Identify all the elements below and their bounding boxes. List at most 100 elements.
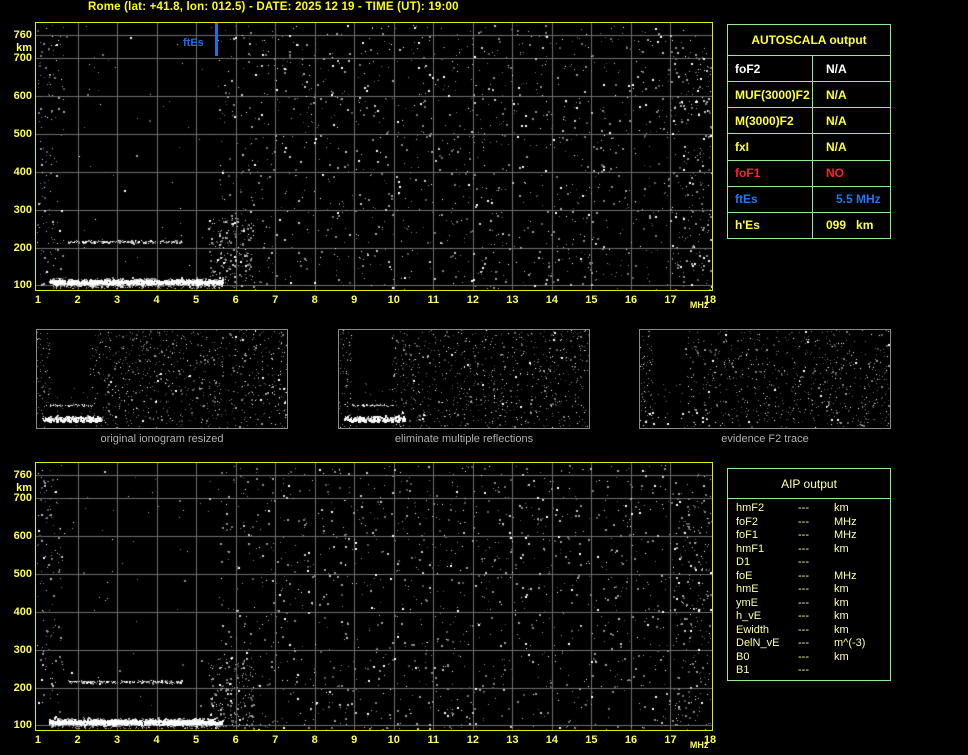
- y-tick-label: 760: [2, 29, 32, 41]
- param-label: foF1: [728, 161, 813, 186]
- x-tick-label: 15: [580, 294, 602, 306]
- table-row-hes: h'Es 099 km: [728, 212, 890, 238]
- thumbnail-canvas-eliminate: [339, 330, 589, 428]
- x-tick-label: 9: [343, 294, 365, 306]
- y-tick-label: 300: [2, 644, 32, 656]
- thumbnail-eliminate-reflections: [338, 329, 590, 429]
- x-tick-label: 15: [580, 734, 602, 746]
- aip-row-d1: D1---: [736, 556, 890, 570]
- table-row-muf3000f2: MUF(3000)F2 N/A: [728, 81, 890, 107]
- param-value: 099 km: [813, 213, 890, 238]
- y-tick-label: 200: [2, 682, 32, 694]
- x-tick-label: 14: [541, 294, 563, 306]
- param-value: 5.5 MHz: [813, 187, 890, 212]
- x-tick-label: 1: [27, 294, 49, 306]
- x-tick-label: 2: [67, 294, 89, 306]
- x-tick-label: 3: [106, 734, 128, 746]
- y-tick-label: 100: [2, 279, 32, 291]
- x-tick-label: 9: [343, 734, 365, 746]
- y-tick-label: 200: [2, 242, 32, 254]
- y-tick-label: 300: [2, 204, 32, 216]
- aip-row-hve: h_vE---km: [736, 610, 890, 624]
- aip-output-table: AIP output hmF2---km foF2---MHz foF1---M…: [727, 468, 891, 681]
- y-tick-label: 600: [2, 90, 32, 102]
- x-tick-label: 12: [462, 294, 484, 306]
- aip-row-foe: foE---MHz: [736, 570, 890, 584]
- x-tick-label: 16: [620, 734, 642, 746]
- param-label: M(3000)F2: [728, 108, 813, 133]
- x-tick-label: 10: [383, 294, 405, 306]
- x-tick-label: 6: [225, 734, 247, 746]
- thumbnail-canvas-evidence: [640, 330, 890, 428]
- x-tick-label: 2: [67, 734, 89, 746]
- table-row-m3000f2: M(3000)F2 N/A: [728, 107, 890, 133]
- x-tick-label: 12: [462, 734, 484, 746]
- ftes-marker-label: ftEs: [183, 37, 204, 49]
- param-value: N/A: [813, 108, 890, 133]
- main-ionogram-plot: ftEs: [35, 22, 713, 291]
- param-label: h'Es: [728, 213, 813, 238]
- x-axis-unit-label: MHz: [686, 739, 712, 751]
- x-tick-label: 3: [106, 294, 128, 306]
- table-row-fof2: foF2 N/A: [728, 55, 890, 81]
- table-row-fof1: foF1 NO: [728, 160, 890, 186]
- thumbnail-original-ionogram: [36, 329, 288, 429]
- thumbnail-caption-evidence: evidence F2 trace: [639, 433, 891, 445]
- x-tick-label: 17: [659, 734, 681, 746]
- aip-ionogram-plot: [35, 462, 713, 731]
- x-tick-label: 16: [620, 294, 642, 306]
- aip-table-rows: hmF2---km foF2---MHz foF1---MHz hmF1---k…: [728, 499, 890, 678]
- ftes-marker-line: [215, 23, 218, 56]
- y-tick-label: 500: [2, 568, 32, 580]
- y-tick-label: 500: [2, 128, 32, 140]
- param-label: foF2: [728, 56, 813, 81]
- aip-row-delnve: DelN_vE---m^(-3): [736, 637, 890, 651]
- y-tick-label: 100: [2, 719, 32, 731]
- table-row-fxi: fxI N/A: [728, 133, 890, 159]
- autoscala-table-title: AUTOSCALA output: [728, 25, 890, 55]
- x-tick-label: 13: [501, 294, 523, 306]
- aip-row-yme: ymE---km: [736, 597, 890, 611]
- aip-row-fof2: foF2---MHz: [736, 516, 890, 530]
- x-tick-label: 14: [541, 734, 563, 746]
- x-tick-label: 11: [422, 294, 444, 306]
- aip-row-b0: B0---km: [736, 651, 890, 665]
- autoscala-output-table: AUTOSCALA output foF2 N/A MUF(3000)F2 N/…: [727, 24, 891, 239]
- thumbnail-caption-eliminate: eliminate multiple reflections: [338, 433, 590, 445]
- thumbnail-evidence-f2: [639, 329, 891, 429]
- x-tick-label: 8: [304, 294, 326, 306]
- y-axis-unit-label: km: [2, 482, 32, 494]
- x-axis-unit-label: MHz: [686, 299, 712, 311]
- x-tick-label: 7: [264, 294, 286, 306]
- param-label: ftEs: [728, 187, 813, 212]
- param-value: N/A: [813, 56, 890, 81]
- x-tick-label: 4: [146, 294, 168, 306]
- x-tick-label: 5: [185, 734, 207, 746]
- y-tick-label: 600: [2, 530, 32, 542]
- param-value: N/A: [813, 134, 890, 159]
- x-tick-label: 13: [501, 734, 523, 746]
- page-title: Rome (lat: +41.8, lon: 012.5) - DATE: 20…: [88, 1, 459, 13]
- x-tick-label: 4: [146, 734, 168, 746]
- thumbnail-canvas-original: [37, 330, 287, 428]
- param-value: NO: [813, 161, 890, 186]
- autoscala-screen: Rome (lat: +41.8, lon: 012.5) - DATE: 20…: [0, 0, 968, 755]
- y-tick-label: 400: [2, 606, 32, 618]
- x-tick-label: 6: [225, 294, 247, 306]
- param-label: fxI: [728, 134, 813, 159]
- x-tick-label: 17: [659, 294, 681, 306]
- x-tick-label: 7: [264, 734, 286, 746]
- y-tick-label: 760: [2, 469, 32, 481]
- thumbnail-caption-original: original ionogram resized: [36, 433, 288, 445]
- x-tick-label: 10: [383, 734, 405, 746]
- main-ionogram-canvas: [36, 23, 712, 290]
- x-tick-label: 8: [304, 734, 326, 746]
- aip-row-fof1: foF1---MHz: [736, 529, 890, 543]
- y-axis-unit-label: km: [2, 42, 32, 54]
- x-tick-label: 5: [185, 294, 207, 306]
- aip-row-b1: B1---: [736, 664, 890, 678]
- y-tick-label: 400: [2, 166, 32, 178]
- aip-table-title: AIP output: [728, 469, 890, 499]
- x-tick-label: 11: [422, 734, 444, 746]
- table-row-ftes: ftEs 5.5 MHz: [728, 186, 890, 212]
